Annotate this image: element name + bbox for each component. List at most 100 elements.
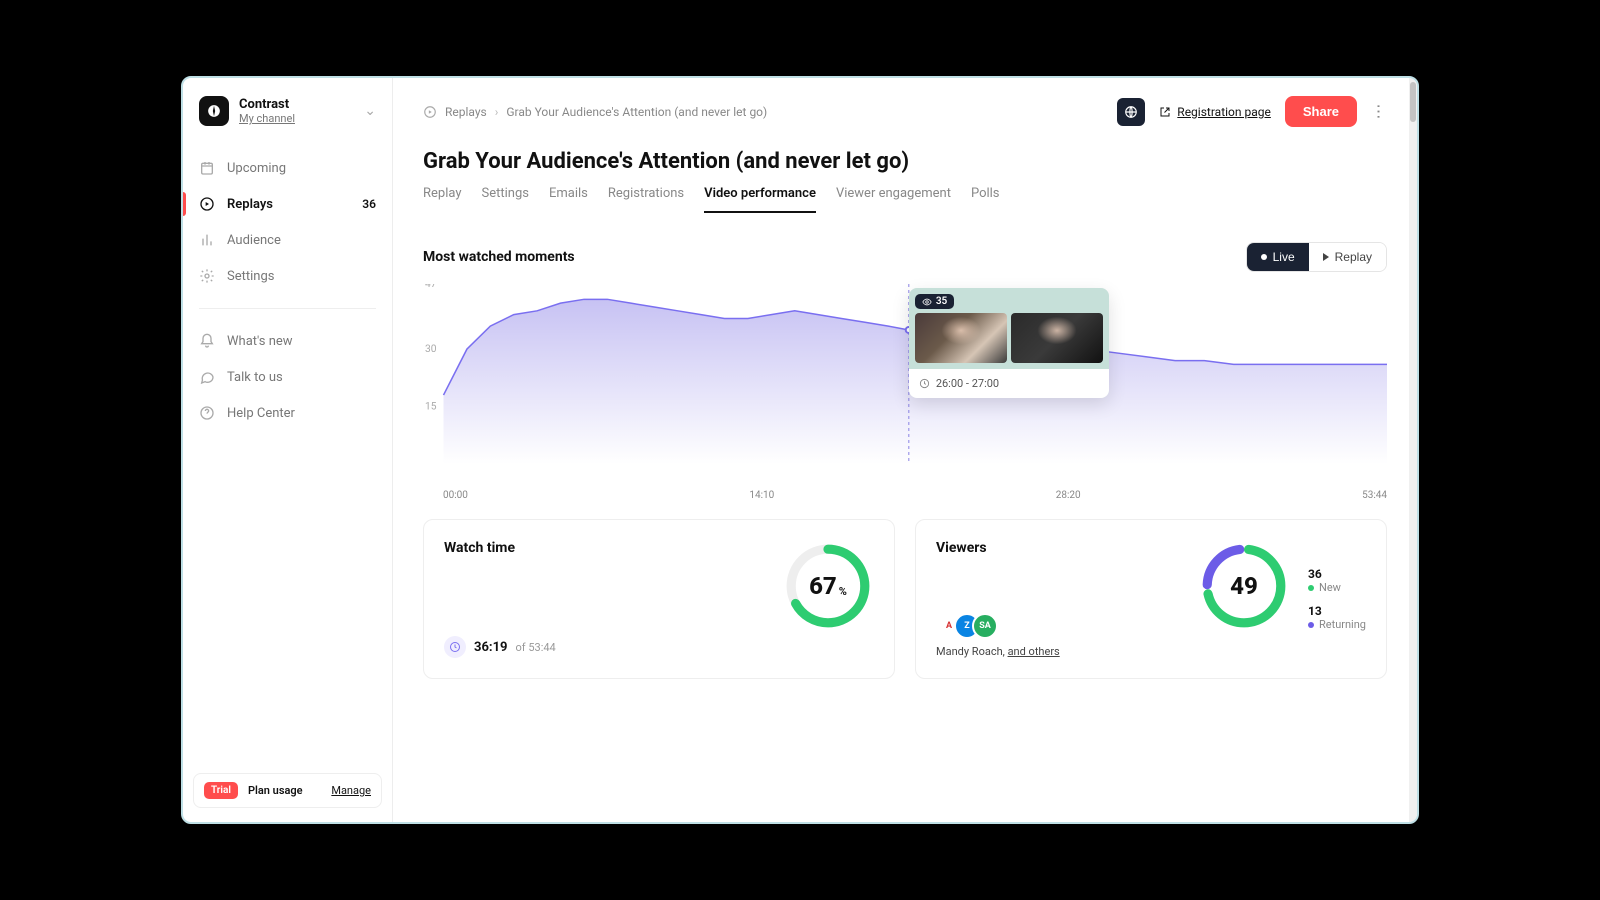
more-menu-button[interactable]: ⋯ xyxy=(1370,104,1389,120)
sidebar-item-what-s-new[interactable]: What's new xyxy=(183,323,392,359)
bell-icon xyxy=(199,333,215,349)
viewer-primary: Mandy Roach, xyxy=(936,645,1005,658)
nav-label: Replays xyxy=(227,197,273,212)
svg-text:30: 30 xyxy=(425,344,437,355)
calendar-icon xyxy=(199,160,215,176)
chevron-down-icon: ⌄ xyxy=(364,103,376,119)
nav-divider xyxy=(199,308,376,309)
svg-text:15: 15 xyxy=(425,402,437,413)
eye-icon xyxy=(922,297,932,307)
avatar: SA xyxy=(972,613,998,639)
workspace-name: Contrast xyxy=(239,97,364,113)
tab-settings[interactable]: Settings xyxy=(482,186,529,213)
tooltip-time-label: 26:00 - 27:00 xyxy=(936,377,999,390)
nav-label: Settings xyxy=(227,269,274,284)
registration-page-link[interactable]: Registration page xyxy=(1159,105,1271,119)
watch-percent-value: 67 xyxy=(809,572,837,600)
chevron-right-icon: › xyxy=(495,105,499,119)
tab-emails[interactable]: Emails xyxy=(549,186,588,213)
tab-viewer-engagement[interactable]: Viewer engagement xyxy=(836,186,951,213)
bars-icon xyxy=(199,232,215,248)
tooltip-time-range: 26:00 - 27:00 xyxy=(909,369,1109,398)
legend-new-count: 36 xyxy=(1308,567,1366,581)
chart-section-title: Most watched moments xyxy=(423,249,575,265)
sidebar-item-audience[interactable]: Audience xyxy=(183,222,392,258)
nav-label: Help Center xyxy=(227,406,295,421)
watch-time-row: 36:19 of 53:44 xyxy=(444,636,782,658)
tab-video-performance[interactable]: Video performance xyxy=(704,186,816,213)
toggle-replay[interactable]: Replay xyxy=(1309,243,1386,271)
tab-polls[interactable]: Polls xyxy=(971,186,1000,213)
plan-manage-link[interactable]: Manage xyxy=(331,784,371,797)
play-circle-icon xyxy=(199,196,215,212)
viewers-legend: 36 New 13 Returning xyxy=(1308,540,1366,658)
toggle-live[interactable]: Live xyxy=(1247,243,1309,271)
view-toggle: Live Replay xyxy=(1246,242,1387,272)
legend-new: 36 New xyxy=(1308,567,1366,594)
tab-replay[interactable]: Replay xyxy=(423,186,462,213)
stat-cards: Watch time 36:19 of 53:44 xyxy=(423,519,1387,679)
video-thumbnail xyxy=(1011,313,1103,363)
app-window: Contrast My channel ⌄ Upcoming Replays 36 A… xyxy=(181,76,1419,824)
play-triangle-icon xyxy=(1323,253,1329,261)
viewer-avatars: AZSA xyxy=(936,613,1198,639)
breadcrumb-root[interactable]: Replays xyxy=(445,105,487,119)
workspace-switcher[interactable]: Contrast My channel ⌄ xyxy=(183,96,392,144)
topbar: Replays › Grab Your Audience's Attention… xyxy=(423,96,1387,127)
nav-label: Audience xyxy=(227,233,281,248)
legend-returning-count: 13 xyxy=(1308,604,1366,618)
tooltip-thumbnails xyxy=(915,313,1103,363)
share-button[interactable]: Share xyxy=(1285,96,1357,127)
watch-time-donut: 67% xyxy=(782,540,874,632)
chart-tooltip: 35 26:00 - 27:00 xyxy=(909,288,1109,398)
workspace-subtitle[interactable]: My channel xyxy=(239,112,364,125)
sidebar-item-upcoming[interactable]: Upcoming xyxy=(183,150,392,186)
viewers-total: 49 xyxy=(1198,540,1290,632)
globe-icon xyxy=(1124,105,1138,119)
sidebar-item-help-center[interactable]: Help Center xyxy=(183,395,392,431)
tooltip-viewer-count: 35 xyxy=(936,296,947,307)
watch-time-value: 36:19 xyxy=(474,640,508,655)
clock-badge xyxy=(444,636,466,658)
x-axis: 00:0014:1028:2053:44 xyxy=(423,484,1387,501)
compass-icon xyxy=(207,104,221,118)
viewer-names: Mandy Roach, and others xyxy=(936,645,1198,658)
sidebar-item-talk-to-us[interactable]: Talk to us xyxy=(183,359,392,395)
tab-registrations[interactable]: Registrations xyxy=(608,186,684,213)
legend-new-label: New xyxy=(1319,581,1341,594)
primary-nav: Upcoming Replays 36 Audience Settings What's… xyxy=(183,144,392,431)
help-icon xyxy=(199,405,215,421)
x-tick-label: 14:10 xyxy=(749,490,774,501)
nav-label: Upcoming xyxy=(227,161,286,176)
watch-time-of: of xyxy=(516,641,526,654)
watch-time-percent: 67% xyxy=(782,540,874,632)
sidebar-item-replays[interactable]: Replays 36 xyxy=(183,186,392,222)
tooltip-viewer-badge: 35 xyxy=(915,294,954,309)
watch-time-title: Watch time xyxy=(444,540,782,556)
play-circle-icon xyxy=(423,105,437,119)
toggle-replay-label: Replay xyxy=(1335,250,1372,264)
chat-icon xyxy=(199,369,215,385)
scrollbar[interactable] xyxy=(1409,78,1417,822)
watch-time-total: 53:44 xyxy=(528,641,555,654)
tabs: Replay Settings Emails Registrations Video p… xyxy=(423,186,1387,214)
nav-label: What's new xyxy=(227,334,293,349)
chart-header: Most watched moments Live Replay xyxy=(423,242,1387,272)
x-tick-label: 00:00 xyxy=(443,490,468,501)
legend-returning-label: Returning xyxy=(1319,618,1366,631)
page-title: Grab Your Audience's Attention (and neve… xyxy=(423,149,1387,174)
viewer-others-link[interactable]: and others xyxy=(1008,645,1060,658)
sidebar-item-settings[interactable]: Settings xyxy=(183,258,392,294)
dot-icon xyxy=(1308,585,1314,591)
language-button[interactable] xyxy=(1117,98,1145,126)
nav-badge: 36 xyxy=(362,197,376,211)
nav-label: Talk to us xyxy=(227,370,283,385)
viewers-card: Viewers AZSA Mandy Roach, and others xyxy=(915,519,1387,679)
plan-usage-label: Plan usage xyxy=(248,784,303,797)
toggle-live-label: Live xyxy=(1273,250,1295,264)
breadcrumb-current: Grab Your Audience's Attention (and neve… xyxy=(506,105,767,119)
viewers-donut: 49 xyxy=(1198,540,1290,632)
viewers-chart[interactable]: 153047 00:0014:1028:2053:44 35 xyxy=(423,284,1387,501)
registration-page-label: Registration page xyxy=(1177,105,1271,119)
clock-icon xyxy=(919,378,930,389)
